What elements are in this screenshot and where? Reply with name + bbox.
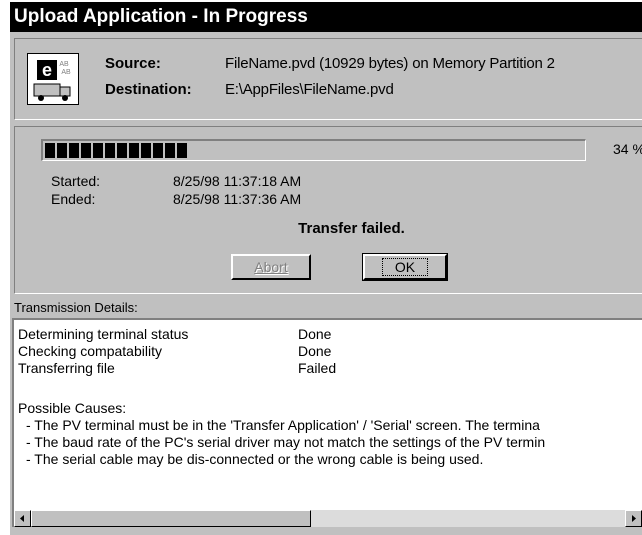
progress-segment xyxy=(57,143,67,158)
source-value: FileName.pvd (10929 bytes) on Memory Par… xyxy=(225,55,555,72)
destination-label: Destination: xyxy=(105,81,192,98)
progress-segment xyxy=(45,143,55,158)
step-row: Determining terminal status Done xyxy=(18,326,331,343)
details-label: Transmission Details: xyxy=(14,300,138,315)
ended-value: 8/25/98 11:37:36 AM xyxy=(173,191,302,207)
progress-percent: 34 % xyxy=(613,141,642,157)
step-row: Checking compatability Done xyxy=(18,343,331,360)
cause-item: - The baud rate of the PC's serial drive… xyxy=(26,434,546,450)
step-status: Done xyxy=(298,326,332,342)
title-bar[interactable]: Upload Application - In Progress xyxy=(10,2,642,32)
transmission-details[interactable]: Determining terminal status Done Checkin… xyxy=(12,318,642,527)
ended-label: Ended: xyxy=(51,191,96,207)
causes-title: Possible Causes: xyxy=(18,400,127,416)
started-label: Started: xyxy=(51,173,101,189)
destination-value: E:\AppFiles\FileName.pvd xyxy=(225,81,394,98)
progress-segment xyxy=(69,143,79,158)
step-status: Failed xyxy=(298,360,337,376)
progress-segment xyxy=(81,143,91,158)
progress-panel: 34 % Started: 8/25/98 11:37:18 AM Ended:… xyxy=(14,126,642,294)
svg-text:AB: AB xyxy=(61,69,71,76)
progress-segment xyxy=(129,143,139,158)
progress-segment xyxy=(165,143,175,158)
transfer-header: e AB AB Source: FileName.pvd (10929 byte… xyxy=(14,38,642,120)
cause-item: - The serial cable may be dis-connected … xyxy=(26,451,484,467)
progress-segment xyxy=(105,143,115,158)
arrow-right-icon[interactable] xyxy=(625,510,642,527)
step-name: Checking compatability xyxy=(18,343,162,359)
scroll-thumb[interactable] xyxy=(31,510,311,527)
step-name: Determining terminal status xyxy=(18,326,189,342)
progress-segment xyxy=(141,143,151,158)
window-title: Upload Application - In Progress xyxy=(14,6,308,27)
progress-segment xyxy=(153,143,163,158)
progress-segment xyxy=(177,143,187,158)
status-message: Transfer failed. xyxy=(298,220,405,237)
progress-segment xyxy=(93,143,103,158)
step-name: Transferring file xyxy=(18,360,115,376)
svg-text:AB: AB xyxy=(59,61,69,68)
step-status: Done xyxy=(298,343,332,359)
svg-text:e: e xyxy=(42,60,52,80)
abort-button-label: Abort xyxy=(254,259,288,275)
started-value: 8/25/98 11:37:18 AM xyxy=(173,173,302,189)
arrow-left-icon[interactable] xyxy=(14,510,31,527)
ok-button[interactable]: OK xyxy=(362,253,448,281)
progress-bar xyxy=(41,139,586,161)
ok-button-label: OK xyxy=(381,258,429,276)
cause-item: - The PV terminal must be in the 'Transf… xyxy=(26,417,540,433)
abort-button[interactable]: Abort xyxy=(231,254,311,280)
horizontal-scrollbar[interactable] xyxy=(14,510,642,527)
progress-segment xyxy=(117,143,127,158)
source-label: Source: xyxy=(105,55,161,72)
step-row: Transferring file Failed xyxy=(18,360,336,377)
download-truck-icon: e AB AB xyxy=(27,53,79,105)
